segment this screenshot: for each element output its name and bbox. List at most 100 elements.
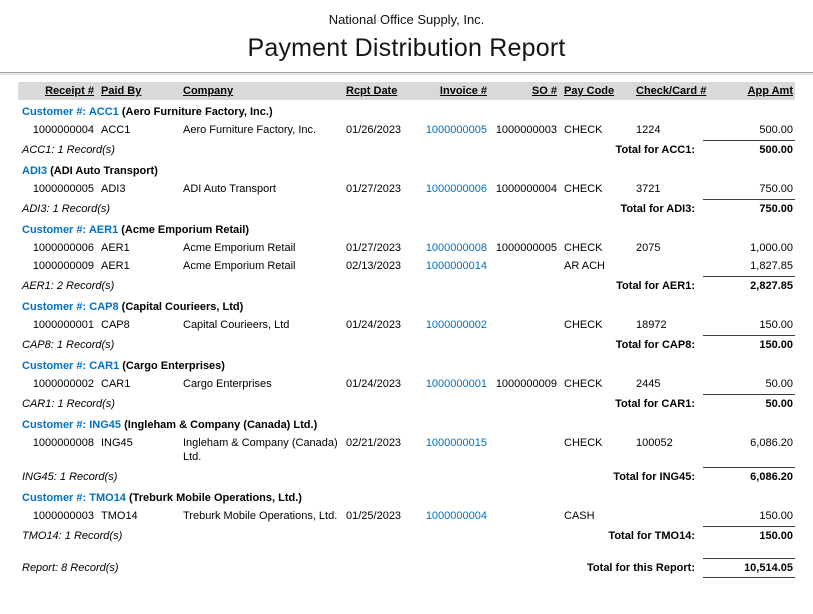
cell-receipt: 1000000009 bbox=[18, 257, 96, 275]
table-header-row: Receipt # Paid By Company Rcpt Date Invo… bbox=[18, 82, 795, 100]
group-record-count: TMO14: 1 Record(s) bbox=[18, 526, 338, 545]
cell-company: Aero Furniture Factory, Inc. bbox=[178, 121, 341, 139]
group-footer: CAR1: 1 Record(s) Total for CAR1: 50.00 bbox=[18, 394, 795, 413]
group-footer: CAP8: 1 Record(s) Total for CAP8: 150.00 bbox=[18, 335, 795, 354]
cell-app-amt: 500.00 bbox=[703, 121, 795, 139]
invoice-link[interactable]: 1000000001 bbox=[419, 375, 489, 393]
customer-number-label: Customer #: bbox=[22, 492, 86, 504]
customer-name: (Aero Furniture Factory, Inc.) bbox=[122, 106, 273, 118]
cell-so-number bbox=[489, 257, 559, 275]
cell-paid-by: AER1 bbox=[96, 239, 178, 257]
cell-company: Capital Courieers, Ltd bbox=[178, 316, 341, 334]
group-total-label: Total for CAR1: bbox=[338, 394, 703, 413]
invoice-link[interactable]: 1000000014 bbox=[419, 257, 489, 275]
table-row: 1000000003 TMO14 Treburk Mobile Operatio… bbox=[18, 507, 795, 525]
cell-pay-code: AR ACH bbox=[559, 257, 631, 275]
cell-receipt: 1000000001 bbox=[18, 316, 96, 334]
invoice-link[interactable]: 1000000005 bbox=[419, 121, 489, 139]
cell-receipt: 1000000006 bbox=[18, 239, 96, 257]
group-footer: TMO14: 1 Record(s) Total for TMO14: 150.… bbox=[18, 526, 795, 545]
table-row: 1000000004 ACC1 Aero Furniture Factory, … bbox=[18, 121, 795, 139]
group-total-amount: 6,086.20 bbox=[703, 467, 795, 486]
report-record-count: Report: 8 Record(s) bbox=[18, 558, 338, 578]
group-header: ADI3 (ADI Auto Transport) bbox=[18, 162, 795, 180]
invoice-link[interactable]: 1000000004 bbox=[419, 507, 489, 525]
customer-group-car1: Customer #: CAR1 (Cargo Enterprises) 100… bbox=[18, 357, 795, 413]
group-footer: ADI3: 1 Record(s) Total for ADI3: 750.00 bbox=[18, 199, 795, 218]
cell-app-amt: 1,827.85 bbox=[703, 257, 795, 275]
group-header: Customer #: ING45 (Ingleham & Company (C… bbox=[18, 416, 795, 434]
cell-company: Ingleham & Company (Canada) Ltd. bbox=[178, 434, 341, 466]
cell-so-number: 1000000004 bbox=[489, 180, 559, 198]
col-header-paid-by: Paid By bbox=[96, 82, 178, 100]
group-total-label: Total for TMO14: bbox=[338, 526, 703, 545]
cell-so-number: 1000000009 bbox=[489, 375, 559, 393]
cell-company: Acme Emporium Retail bbox=[178, 257, 341, 275]
cell-check-card: 1224 bbox=[631, 121, 703, 139]
group-record-count: ING45: 1 Record(s) bbox=[18, 467, 338, 486]
cell-paid-by: CAP8 bbox=[96, 316, 178, 334]
table-row: 1000000001 CAP8 Capital Courieers, Ltd 0… bbox=[18, 316, 795, 334]
invoice-link[interactable]: 1000000008 bbox=[419, 239, 489, 257]
group-total-label: Total for ADI3: bbox=[338, 199, 703, 218]
cell-rcpt-date: 02/21/2023 bbox=[341, 434, 419, 466]
group-header: Customer #: CAR1 (Cargo Enterprises) bbox=[18, 357, 795, 375]
col-header-company: Company bbox=[178, 82, 341, 100]
group-header: Customer #: CAP8 (Capital Courieers, Ltd… bbox=[18, 298, 795, 316]
customer-code: ACC1 bbox=[89, 106, 119, 118]
customer-number-label: Customer #: bbox=[22, 106, 86, 118]
group-record-count: ADI3: 1 Record(s) bbox=[18, 199, 338, 218]
cell-rcpt-date: 01/24/2023 bbox=[341, 316, 419, 334]
cell-rcpt-date: 01/26/2023 bbox=[341, 121, 419, 139]
customer-group-acc1: Customer #: ACC1 (Aero Furniture Factory… bbox=[18, 103, 795, 159]
table-row: 1000000009 AER1 Acme Emporium Retail 02/… bbox=[18, 257, 795, 275]
group-record-count: AER1: 2 Record(s) bbox=[18, 276, 338, 295]
group-total-amount: 150.00 bbox=[703, 335, 795, 354]
cell-company: Treburk Mobile Operations, Ltd. bbox=[178, 507, 341, 525]
cell-app-amt: 1,000.00 bbox=[703, 239, 795, 257]
group-total-amount: 750.00 bbox=[703, 199, 795, 218]
page-title: Payment Distribution Report bbox=[0, 34, 813, 63]
report-total-label: Total for this Report: bbox=[338, 558, 703, 578]
customer-code: TMO14 bbox=[89, 492, 126, 504]
customer-number-label: Customer #: bbox=[22, 419, 86, 431]
col-header-so: SO # bbox=[489, 82, 559, 100]
customer-code: CAR1 bbox=[89, 360, 119, 372]
cell-app-amt: 50.00 bbox=[703, 375, 795, 393]
cell-company: Cargo Enterprises bbox=[178, 375, 341, 393]
invoice-link[interactable]: 1000000006 bbox=[419, 180, 489, 198]
customer-number-label: Customer #: bbox=[22, 301, 86, 313]
group-total-label: Total for AER1: bbox=[338, 276, 703, 295]
col-header-app-amt: App Amt bbox=[703, 82, 795, 100]
cell-check-card bbox=[631, 257, 703, 275]
group-record-count: ACC1: 1 Record(s) bbox=[18, 140, 338, 159]
customer-name: (Treburk Mobile Operations, Ltd.) bbox=[129, 492, 302, 504]
cell-paid-by: TMO14 bbox=[96, 507, 178, 525]
cell-so-number: 1000000005 bbox=[489, 239, 559, 257]
customer-code: AER1 bbox=[89, 224, 118, 236]
cell-check-card: 2445 bbox=[631, 375, 703, 393]
cell-receipt: 1000000003 bbox=[18, 507, 96, 525]
cell-pay-code: CASH bbox=[559, 507, 631, 525]
group-total-amount: 500.00 bbox=[703, 140, 795, 159]
cell-paid-by: AER1 bbox=[96, 257, 178, 275]
customer-group-adi3: ADI3 (ADI Auto Transport) 1000000005 ADI… bbox=[18, 162, 795, 218]
invoice-link[interactable]: 1000000015 bbox=[419, 434, 489, 466]
cell-app-amt: 6,086.20 bbox=[703, 434, 795, 466]
invoice-link[interactable]: 1000000002 bbox=[419, 316, 489, 334]
cell-receipt: 1000000002 bbox=[18, 375, 96, 393]
cell-rcpt-date: 01/25/2023 bbox=[341, 507, 419, 525]
cell-rcpt-date: 02/13/2023 bbox=[341, 257, 419, 275]
table-row: 1000000002 CAR1 Cargo Enterprises 01/24/… bbox=[18, 375, 795, 393]
cell-paid-by: ING45 bbox=[96, 434, 178, 466]
group-header: Customer #: TMO14 (Treburk Mobile Operat… bbox=[18, 489, 795, 507]
customer-group-ing45: Customer #: ING45 (Ingleham & Company (C… bbox=[18, 416, 795, 486]
customer-group-tmo14: Customer #: TMO14 (Treburk Mobile Operat… bbox=[18, 489, 795, 545]
group-record-count: CAR1: 1 Record(s) bbox=[18, 394, 338, 413]
cell-pay-code: CHECK bbox=[559, 316, 631, 334]
group-total-amount: 150.00 bbox=[703, 526, 795, 545]
group-header: Customer #: ACC1 (Aero Furniture Factory… bbox=[18, 103, 795, 121]
group-record-count: CAP8: 1 Record(s) bbox=[18, 335, 338, 354]
customer-name: (ADI Auto Transport) bbox=[50, 165, 158, 177]
customer-number-label: Customer #: bbox=[22, 224, 86, 236]
